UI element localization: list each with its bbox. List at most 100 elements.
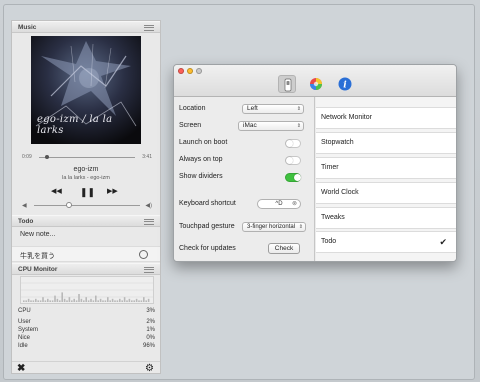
cpu-activity-bar bbox=[35, 298, 37, 302]
cpu-activity-bar bbox=[63, 298, 66, 302]
cpu-activity-bar bbox=[111, 298, 114, 302]
cpu-activity-bar bbox=[78, 294, 80, 302]
cpu-activity-bar bbox=[42, 297, 44, 302]
updown-arrows-icon: ⇕ bbox=[298, 224, 303, 230]
cpu-label: Idle bbox=[18, 343, 28, 349]
keyboard-shortcut-value: ^D bbox=[275, 201, 283, 207]
volume-track[interactable] bbox=[34, 205, 140, 206]
hamburger-menu-icon[interactable] bbox=[144, 25, 154, 31]
touchpad-gesture-select[interactable]: 3-finger horizontal ⇕ bbox=[242, 222, 306, 232]
widget-name: World Clock bbox=[321, 189, 359, 196]
widget-name: Tweaks bbox=[321, 214, 345, 221]
cpu-value: 1% bbox=[146, 327, 155, 333]
sidebar-panel: Music ego-izm / la la larks 0:09 3:41 eg… bbox=[11, 20, 161, 374]
todo-header-title: Todo bbox=[18, 218, 34, 225]
keyboard-shortcut-field[interactable]: ^D ⊗ bbox=[257, 199, 301, 209]
next-track-icon[interactable]: ▶▶ bbox=[107, 186, 118, 198]
cpu-activity-bar bbox=[92, 300, 95, 302]
cpu-activity-bar bbox=[75, 300, 78, 302]
music-header-title: Music bbox=[18, 24, 37, 31]
volume-knob[interactable] bbox=[65, 202, 72, 208]
window-maximize-button[interactable] bbox=[196, 68, 202, 74]
window-minimize-button[interactable] bbox=[187, 68, 193, 74]
cpu-activity-bar bbox=[126, 300, 128, 302]
info-icon: i bbox=[338, 77, 352, 91]
tab-about[interactable]: i bbox=[336, 75, 354, 93]
location-select-value: Left bbox=[247, 105, 258, 112]
cpu-activity-bar bbox=[128, 298, 131, 302]
hamburger-menu-icon[interactable] bbox=[144, 219, 154, 225]
hamburger-menu-icon[interactable] bbox=[144, 267, 154, 273]
widget-item-stopwatch[interactable]: Stopwatch bbox=[316, 132, 456, 154]
cpu-activity-bar bbox=[39, 300, 42, 302]
cpu-label: Nice bbox=[18, 335, 31, 341]
cpu-activity-bar bbox=[71, 300, 73, 302]
cpu-label: User bbox=[18, 319, 31, 325]
cpu-activity-bar bbox=[90, 298, 92, 302]
updown-arrows-icon: ⇕ bbox=[296, 106, 301, 112]
previous-track-icon[interactable]: ◀◀ bbox=[51, 186, 62, 198]
location-select[interactable]: Left ⇕ bbox=[242, 104, 304, 114]
widget-item-todo[interactable]: Todo ✔ bbox=[316, 231, 456, 253]
cpu-activity-bar bbox=[23, 300, 25, 302]
cpu-activity-bar bbox=[37, 300, 39, 302]
cpu-activity-bar bbox=[143, 297, 145, 302]
todo-item[interactable]: 牛乳を買う bbox=[12, 246, 160, 262]
todo-complete-circle-icon[interactable] bbox=[139, 250, 148, 259]
cpu-activity-bar bbox=[97, 300, 99, 302]
clear-shortcut-icon[interactable]: ⊗ bbox=[292, 200, 297, 208]
new-note-input[interactable]: New note... bbox=[20, 231, 55, 238]
widget-item-network-monitor[interactable]: Network Monitor bbox=[316, 107, 456, 129]
cpu-activity-bar bbox=[116, 300, 119, 302]
volume-high-icon: ◀) bbox=[145, 203, 152, 209]
widget-item-tweaks[interactable]: Tweaks bbox=[316, 207, 456, 229]
screen-select[interactable]: iMac ⇕ bbox=[238, 121, 304, 131]
todo-item-text: 牛乳を買う bbox=[20, 253, 55, 260]
cpu-activity-bar bbox=[59, 300, 61, 302]
track-artist: la la larks - ego-izm bbox=[62, 175, 110, 181]
check-updates-button[interactable]: Check bbox=[268, 243, 300, 254]
cpu-activity-bar bbox=[49, 300, 51, 302]
switch-icon bbox=[284, 78, 292, 92]
launch-on-boot-toggle[interactable] bbox=[285, 139, 301, 148]
volume-slider[interactable]: ◀ ◀) bbox=[22, 202, 152, 210]
cpu-row-idle: Idle 96% bbox=[18, 343, 155, 352]
cpu-activity-bar bbox=[102, 300, 104, 302]
show-dividers-toggle[interactable] bbox=[285, 173, 301, 182]
tab-general[interactable] bbox=[278, 75, 296, 93]
gear-icon[interactable]: ⚙ bbox=[145, 363, 154, 374]
pause-icon[interactable]: ❚❚ bbox=[80, 186, 95, 198]
cpu-activity-bar bbox=[109, 300, 111, 302]
widget-item-timer[interactable]: Timer bbox=[316, 157, 456, 179]
checkmark-icon: ✔ bbox=[439, 237, 447, 247]
cpu-graph-bars bbox=[21, 282, 153, 302]
preferences-titlebar: i bbox=[174, 65, 456, 97]
close-icon[interactable]: ✖ bbox=[17, 363, 25, 374]
cpu-activity-bar bbox=[131, 300, 133, 302]
seek-bar[interactable]: 0:09 3:41 bbox=[22, 154, 152, 162]
widget-item-world-clock[interactable]: World Clock bbox=[316, 182, 456, 204]
time-elapsed: 0:09 bbox=[22, 154, 32, 160]
tab-appearance[interactable] bbox=[307, 75, 325, 93]
cpu-header: CPU Monitor bbox=[12, 263, 160, 275]
cpu-value: 0% bbox=[146, 335, 155, 341]
cpu-label: System bbox=[18, 327, 39, 333]
keyboard-shortcut-label: Keyboard shortcut bbox=[179, 200, 236, 207]
always-on-top-toggle[interactable] bbox=[285, 156, 301, 165]
cpu-activity-bar bbox=[104, 300, 107, 302]
cpu-activity-bar bbox=[27, 298, 30, 302]
cpu-activity-bar bbox=[145, 300, 147, 302]
cpu-label: CPU bbox=[18, 308, 31, 314]
cpu-activity-bar bbox=[95, 295, 97, 302]
cpu-activity-bar bbox=[87, 300, 90, 302]
window-close-button[interactable] bbox=[178, 68, 184, 74]
sidebar-bottom-bar: ✖ ⚙ bbox=[12, 361, 160, 374]
seek-track[interactable] bbox=[39, 157, 135, 158]
album-art-caption: ego-izm / la la larks bbox=[37, 114, 113, 136]
seek-knob[interactable] bbox=[44, 155, 49, 159]
cpu-value: 2% bbox=[146, 319, 155, 325]
cpu-activity-bar bbox=[44, 300, 47, 302]
cpu-activity-bar bbox=[138, 300, 140, 302]
cpu-activity-bar bbox=[85, 297, 87, 302]
widget-name: Stopwatch bbox=[321, 139, 354, 146]
